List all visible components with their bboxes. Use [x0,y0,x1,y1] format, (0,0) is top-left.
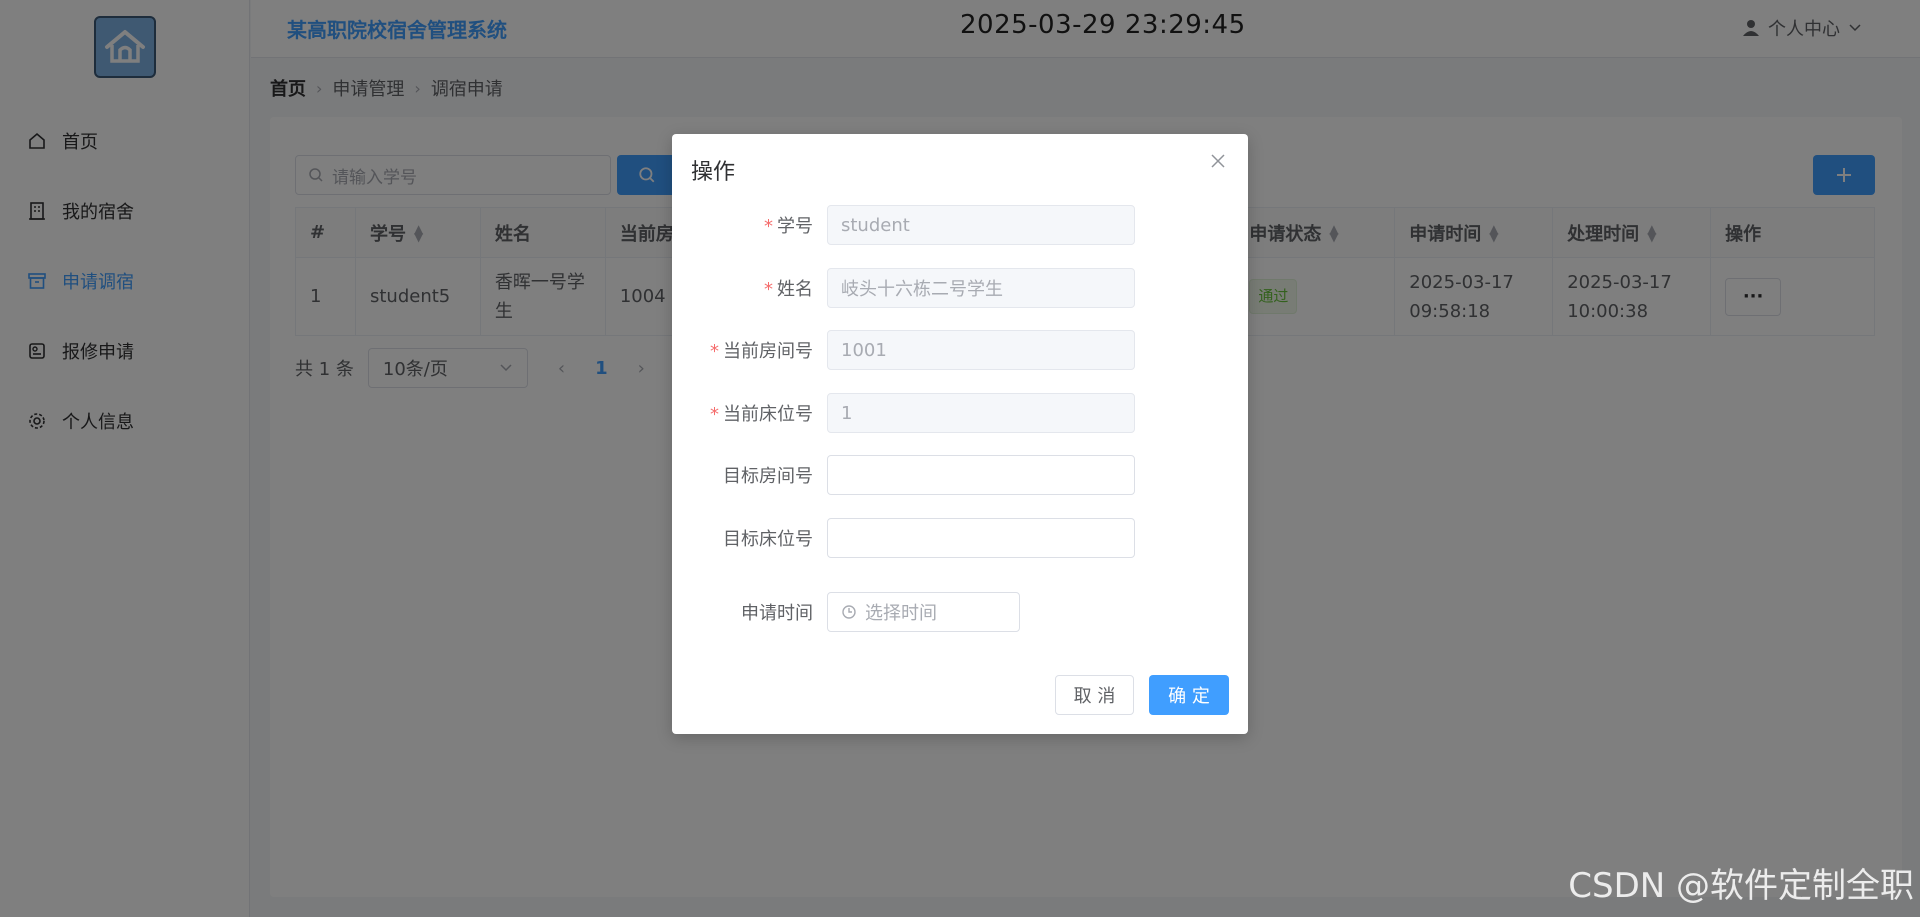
current-bed-field[interactable]: 1 [827,393,1135,433]
field-label: * 学号 [764,216,813,237]
field-label: 目标床位号 [723,529,813,550]
name-field[interactable]: 岐头十六栋二号学生 [827,268,1135,308]
confirm-button[interactable]: 确 定 [1149,675,1229,715]
form-row-current-bed: * 当前床位号 1 [672,393,1248,433]
clock-icon [842,605,856,619]
target-bed-field[interactable] [827,518,1135,558]
cancel-button[interactable]: 取 消 [1055,675,1134,715]
field-label: * 当前床位号 [710,404,813,425]
form-row-target-room: 目标房间号 [672,455,1248,495]
current-room-field[interactable]: 1001 [827,330,1135,370]
field-label: 申请时间 [741,603,813,624]
field-label: * 当前房间号 [710,341,813,362]
student-id-field[interactable]: student [827,205,1135,245]
dialog-title: 操作 [691,160,736,185]
apply-time-picker[interactable]: 选择时间 [827,592,1020,632]
form-row-name: * 姓名 岐头十六栋二号学生 [672,268,1248,308]
field-label: 目标房间号 [723,466,813,487]
operation-dialog: 操作 * 学号 student * 姓名 岐头十六栋二号学生 * 当前房间号 1001… [672,134,1248,734]
target-room-field[interactable] [827,455,1135,495]
close-icon[interactable] [1208,151,1228,171]
form-row-current-room: * 当前房间号 1001 [672,330,1248,370]
field-label: * 姓名 [764,279,813,300]
form-row-apply-time: 申请时间 选择时间 [672,592,1248,632]
watermark: CSDN @软件定制全职 [1568,866,1914,906]
form-row-target-bed: 目标床位号 [672,518,1248,558]
time-placeholder: 选择时间 [865,603,937,624]
form-row-student-id: * 学号 student [672,205,1248,245]
